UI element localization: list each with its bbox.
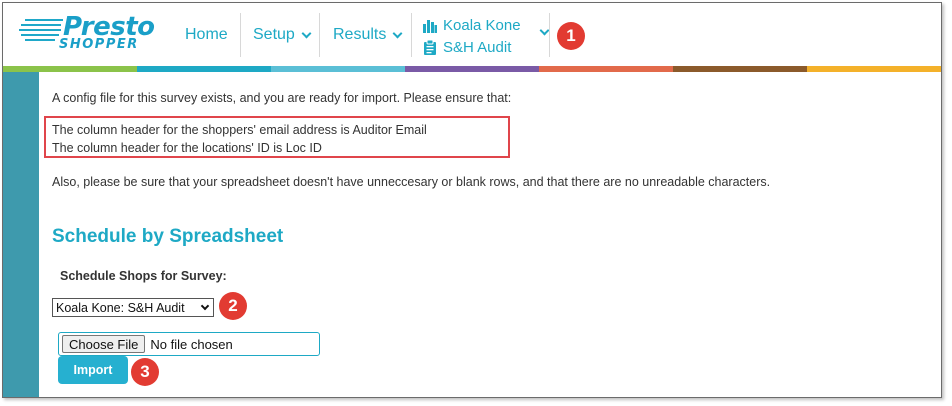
logo-speed-line xyxy=(21,24,61,26)
nav-results[interactable]: Results xyxy=(333,14,403,56)
logo-speed-line xyxy=(19,29,61,31)
nav-home-label: Home xyxy=(185,26,228,43)
intro-text: A config file for this survey exists, an… xyxy=(52,91,512,105)
nav-divider xyxy=(319,13,320,57)
survey-select-label: Schedule Shops for Survey: xyxy=(60,269,227,283)
callout-badge-1: 1 xyxy=(557,22,585,50)
callout-badge-2: 2 xyxy=(219,292,247,320)
section-title: Schedule by Spreadsheet xyxy=(52,226,284,247)
logo-speed-line xyxy=(21,34,59,36)
chevron-down-icon xyxy=(392,28,403,38)
import-button[interactable]: Import xyxy=(58,356,128,384)
file-input[interactable]: Choose File No file chosen xyxy=(58,332,320,356)
left-sidebar xyxy=(3,72,39,397)
chevron-down-icon xyxy=(539,25,550,36)
nav-divider xyxy=(411,13,412,57)
spreadsheet-note: Also, please be sure that your spreadshe… xyxy=(52,175,771,189)
survey-selector-menu[interactable]: Koala Kone S&H Audit xyxy=(423,15,553,59)
app-window: Presto SHOPPER Home Setup Results Koala … xyxy=(2,2,942,398)
nav-home[interactable]: Home xyxy=(185,14,228,56)
survey-select-value: Koala Kone: S&H Audit xyxy=(56,300,185,315)
file-status-text: No file chosen xyxy=(150,336,233,352)
logo-word-shopper: SHOPPER xyxy=(59,37,139,52)
presto-shopper-logo[interactable]: Presto SHOPPER xyxy=(19,13,169,55)
top-header: Presto SHOPPER Home Setup Results Koala … xyxy=(3,3,941,72)
nav-divider xyxy=(240,13,241,57)
callout-badge-3: 3 xyxy=(131,358,159,386)
survey-client-row: Koala Kone xyxy=(423,17,521,34)
choose-file-button[interactable]: Choose File xyxy=(62,335,146,353)
building-icon xyxy=(423,19,437,33)
survey-client-label: Koala Kone xyxy=(443,17,521,34)
nav-setup-label: Setup xyxy=(253,26,295,43)
chevron-down-icon xyxy=(200,301,210,311)
logo-speed-line xyxy=(25,39,55,41)
chevron-down-icon xyxy=(301,28,312,38)
nav-setup[interactable]: Setup xyxy=(253,14,312,56)
email-header-requirement: The column header for the shoppers' emai… xyxy=(52,123,427,137)
survey-name-row: S&H Audit xyxy=(423,39,511,56)
nav-divider xyxy=(549,13,550,57)
logo-speed-line xyxy=(25,19,63,21)
clipboard-icon xyxy=(424,40,436,55)
nav-results-label: Results xyxy=(333,26,387,43)
survey-name-label: S&H Audit xyxy=(443,39,512,56)
survey-select[interactable]: Koala Kone: S&H Audit xyxy=(52,298,214,317)
location-header-requirement: The column header for the locations' ID … xyxy=(52,141,322,155)
main-content: A config file for this survey exists, an… xyxy=(39,72,941,397)
